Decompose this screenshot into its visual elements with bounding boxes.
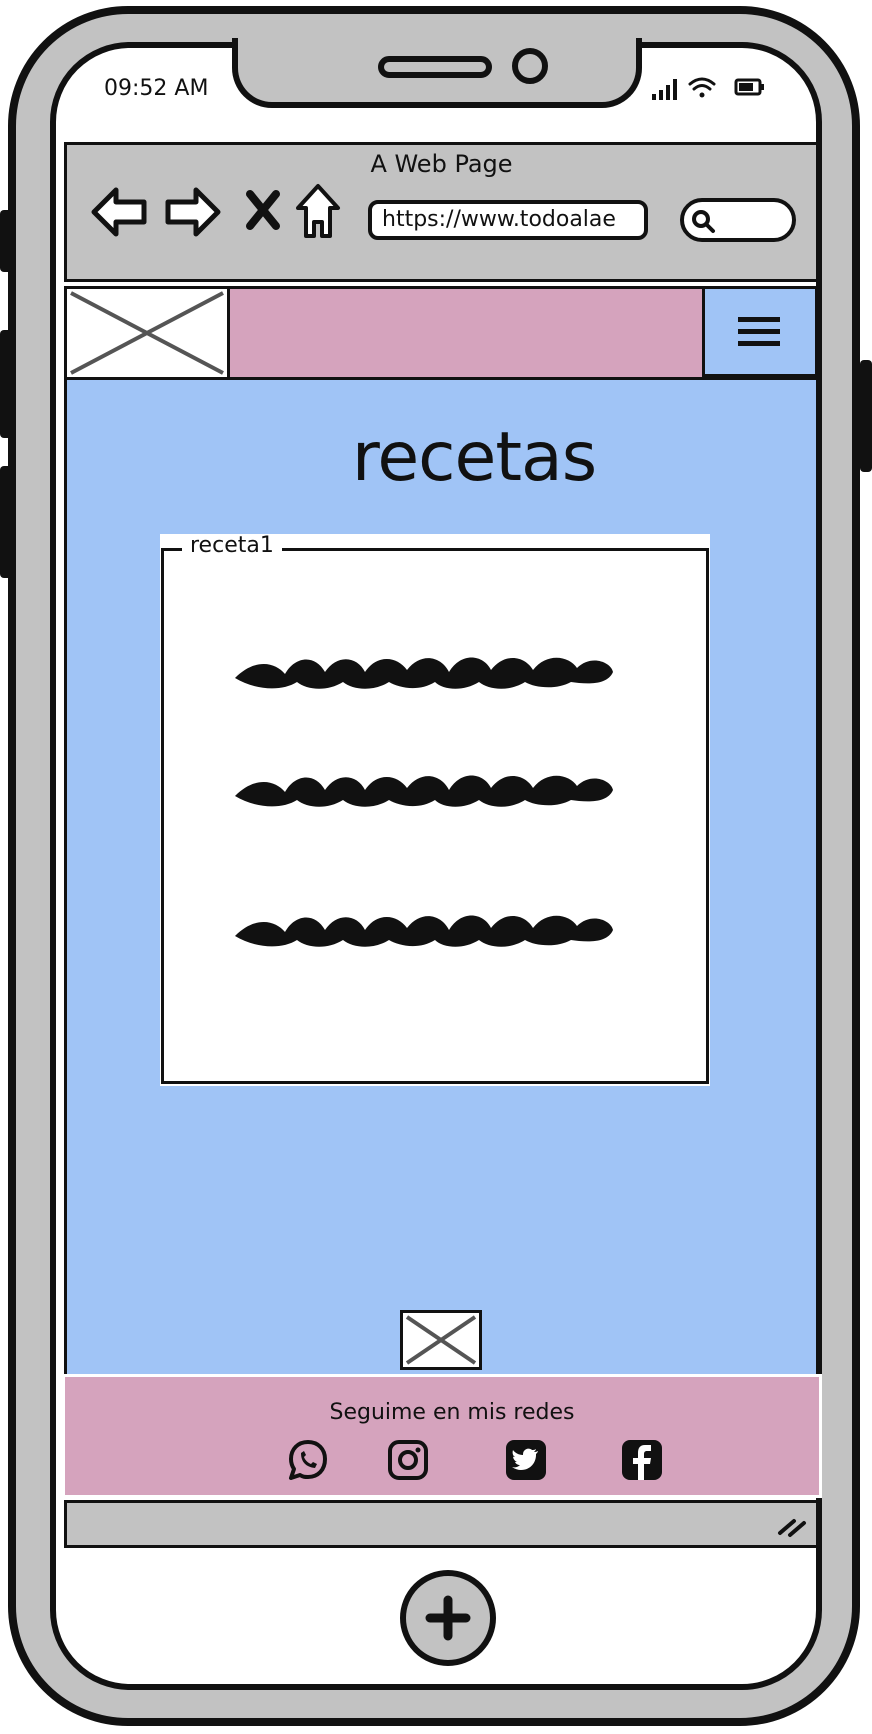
header-logo-image [64,286,230,380]
image-placeholder-icon [405,1315,477,1365]
footer [62,1374,822,1498]
status-icons [652,77,764,100]
browser-search-field[interactable] [680,198,796,242]
mute-switch [0,210,12,272]
front-camera [512,48,548,84]
back-arrow-icon [91,187,147,237]
url-bar[interactable]: https://www.todoalae [368,200,648,240]
volume-up-button [0,330,12,438]
image-placeholder-icon [70,291,224,375]
close-icon [246,190,280,230]
menu-button[interactable] [702,286,818,380]
hamburger-menu-icon [738,317,780,346]
wifi-icon [688,77,716,98]
forward-arrow-icon [165,187,221,237]
back-button[interactable] [90,184,150,240]
text-scribble [235,657,613,689]
text-scribble [235,915,613,947]
instagram-icon[interactable] [386,1438,430,1482]
header-banner [230,286,702,380]
page-title: A Web Page [370,150,513,178]
footer-text: Seguime en mis redes [329,1400,575,1425]
plus-icon [425,1595,471,1641]
speaker-grille [378,56,492,78]
volume-down-button [0,466,12,578]
stop-button[interactable] [244,188,282,232]
signal-icon [652,79,677,100]
forward-button[interactable] [162,184,222,240]
browser-status-bar [64,1500,819,1548]
home-nav-button[interactable] [294,182,342,240]
phone-home-button[interactable] [400,1570,496,1666]
home-icon [296,184,340,238]
text-scribble [235,775,613,807]
battery-icon [734,78,764,96]
footer-image [400,1310,482,1370]
whatsapp-icon[interactable] [286,1438,330,1482]
page-heading: recetas [351,418,597,497]
facebook-icon[interactable] [620,1438,664,1482]
search-icon [692,210,715,233]
status-time: 09:52 AM [104,76,209,101]
recipe-card-title: receta1 [182,534,282,558]
twitter-icon[interactable] [504,1438,548,1482]
resize-handle-icon[interactable] [772,1509,812,1539]
